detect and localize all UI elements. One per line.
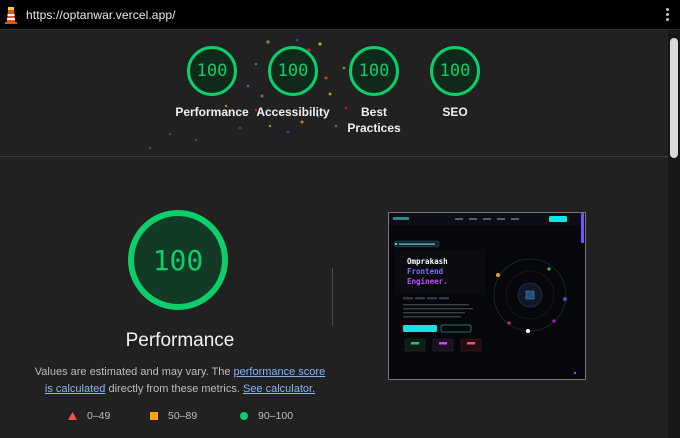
score-scale-legend: 0–49 50–89 90–100: [0, 410, 330, 426]
legend-fail: 0–49: [68, 410, 110, 422]
score-ring: 100: [430, 46, 480, 96]
score-ring: 100: [349, 46, 399, 96]
thumbnail-image: Omprakash Frontend Engineer.: [389, 213, 585, 379]
final-screenshot-thumbnail[interactable]: Omprakash Frontend Engineer.: [388, 212, 586, 380]
performance-main-gauge: 100: [128, 210, 228, 310]
thumb-line-2: Frontend: [407, 267, 443, 276]
legend-range: 50–89: [168, 410, 198, 422]
gauge-label: SEO: [442, 105, 468, 119]
thumb-line-1: Omprakash: [407, 257, 448, 266]
page-url[interactable]: https://optanwar.vercel.app/: [26, 8, 176, 22]
desc-text: Values are estimated and may vary. The: [34, 366, 234, 378]
vertical-separator: [332, 268, 333, 326]
score-value: 100: [358, 61, 390, 81]
kebab-menu-icon[interactable]: [666, 8, 670, 22]
score-value: 100: [439, 61, 471, 81]
browser-top-bar: https://optanwar.vercel.app/: [0, 0, 680, 30]
thumb-line-3: Engineer.: [407, 277, 448, 286]
score-value: 100: [152, 243, 204, 277]
score-value: 100: [196, 61, 228, 81]
vertical-scrollbar[interactable]: [668, 30, 680, 438]
header-divider: [0, 156, 670, 157]
score-ring: 100: [268, 46, 318, 96]
legend-average: 50–89: [150, 410, 197, 422]
triangle-icon: [68, 412, 77, 420]
gauge-seo[interactable]: 100 SEO: [407, 46, 503, 120]
summary-gauges: 100 Performance 100 Accessibility 100 Be…: [0, 30, 670, 156]
legend-range: 0–49: [87, 410, 111, 422]
scrollbar-thumb[interactable]: [670, 38, 678, 158]
score-value: 100: [277, 61, 309, 81]
legend-pass: 90–100: [240, 410, 293, 422]
gauge-label: Best Practices: [347, 105, 401, 135]
circle-icon: [240, 412, 248, 420]
desc-text: directly from these metrics.: [105, 383, 243, 395]
square-icon: [150, 412, 158, 420]
score-ring: 100: [187, 46, 237, 96]
category-title: Performance: [125, 330, 235, 351]
performance-description: Values are estimated and may vary. The p…: [30, 364, 330, 398]
legend-range: 90–100: [258, 410, 294, 422]
lighthouse-icon: [5, 7, 17, 24]
see-calculator-link[interactable]: See calculator.: [243, 383, 315, 395]
score-ring: 100: [128, 210, 228, 310]
